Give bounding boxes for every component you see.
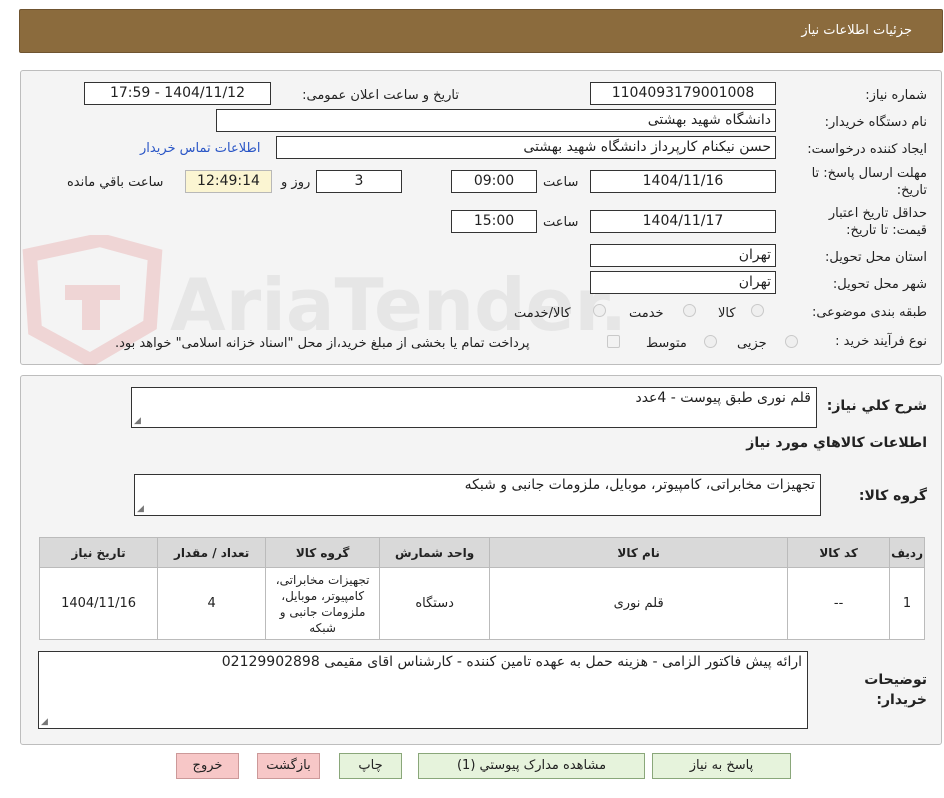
validity-time-field: 15:00 [451, 210, 537, 233]
validity-time-label: ساعت [543, 215, 579, 230]
items-table: رديف کد کالا نام کالا واحد شمارش گروه کا… [38, 537, 925, 640]
announce-date-field: 1404/11/12 - 17:59 [84, 82, 271, 105]
process-minor-radio[interactable] [785, 335, 798, 348]
resize-grip-icon[interactable]: ◢ [137, 504, 144, 514]
general-description-label: شرح کلي نياز: [826, 398, 927, 414]
col-row-number: رديف [889, 537, 925, 568]
buyer-notes-text: ارائه پیش فاکتور الزامی - هزینه حمل به ع… [221, 654, 802, 670]
col-goods-code: کد کالا [787, 537, 891, 568]
resize-grip-icon[interactable]: ◢ [41, 717, 48, 727]
category-goods-service-label: کالا/خدمت [514, 306, 571, 321]
city-field: تهران [590, 271, 776, 294]
deadline-time-field: 09:00 [451, 170, 537, 193]
reply-to-need-button[interactable]: پاسخ به نیاز [652, 753, 791, 779]
announce-date-label: تاریخ و ساعت اعلان عمومی: [302, 88, 459, 103]
deadline-label: مهلت ارسال پاسخ: تا تاریخ: [811, 166, 927, 198]
treasury-payment-note: پرداخت تمام یا بخشی از مبلغ خرید،از محل … [115, 336, 530, 351]
process-medium-label: متوسط [646, 336, 687, 351]
deadline-date-field: 1404/11/16 [590, 170, 776, 193]
goods-info-title: اطلاعات کالاهاي مورد نياز [746, 435, 927, 451]
buyer-notes-label: توضیحات خریدار: [864, 672, 927, 708]
table-header-row: رديف کد کالا نام کالا واحد شمارش گروه کا… [38, 537, 925, 568]
process-type-label: نوع فرآیند خرید : [835, 334, 927, 349]
validity-date-field: 1404/11/17 [590, 210, 776, 233]
category-service-label: خدمت [629, 306, 664, 321]
goods-group-text: تجهیزات مخابراتی، کامپیوتر، موبایل، ملزو… [464, 477, 815, 493]
need-number-label: شماره نیاز: [865, 88, 927, 103]
category-goods-label: کالا [718, 306, 736, 321]
buyer-org-label: نام دستگاه خریدار: [824, 115, 927, 130]
goods-group-field: تجهیزات مخابراتی، کامپیوتر، موبایل، ملزو… [134, 474, 821, 516]
category-goods-service-radio[interactable] [593, 304, 606, 317]
need-number-field: 1104093179001008 [590, 82, 776, 105]
cell-quantity: 4 [157, 567, 267, 640]
days-remaining-field: 3 [316, 170, 402, 193]
col-unit: واحد شمارش [379, 537, 491, 568]
table-row: 1 -- قلم نوری دستگاه تجهیزات مخابراتی، ک… [38, 567, 925, 640]
category-service-radio[interactable] [683, 304, 696, 317]
cell-need-date: 1404/11/16 [38, 567, 159, 640]
exit-button[interactable]: خروج [176, 753, 239, 779]
validity-label: حداقل تاریخ اعتبار قیمت: تا تاریخ: [828, 206, 927, 238]
view-attachments-button[interactable]: مشاهده مدارک پیوستي (1) [418, 753, 645, 779]
general-description-text: قلم نوری طبق پیوست - 4عدد [635, 390, 811, 406]
page-header: جزئیات اطلاعات نیاز [19, 9, 943, 53]
deadline-time-label: ساعت [543, 175, 579, 190]
cell-unit: دستگاه [379, 567, 491, 640]
process-minor-label: جزیی [737, 336, 767, 351]
buyer-org-field: دانشگاه شهید بهشتی [216, 109, 776, 132]
cell-row-number: 1 [889, 567, 925, 640]
cell-goods-name: قلم نوری [489, 567, 789, 640]
days-label: روز و [281, 175, 311, 190]
general-description-field: قلم نوری طبق پیوست - 4عدد ◢ [131, 387, 817, 428]
province-field: تهران [590, 244, 776, 267]
creator-field: حسن نیکنام کارپرداز دانشگاه شهید بهشتی [276, 136, 776, 159]
cell-goods-code: -- [787, 567, 891, 640]
col-need-date: تاریخ نیاز [38, 537, 159, 568]
city-label: شهر محل تحویل: [832, 277, 927, 292]
remaining-time-label: ساعت باقي مانده [67, 175, 164, 190]
resize-grip-icon[interactable]: ◢ [134, 416, 141, 426]
province-label: استان محل تحویل: [825, 250, 927, 265]
buyer-notes-field: ارائه پیش فاکتور الزامی - هزینه حمل به ع… [38, 651, 808, 729]
buyer-contact-link[interactable]: اطلاعات تماس خریدار [140, 141, 260, 156]
page-title: جزئیات اطلاعات نیاز [801, 23, 912, 38]
back-button[interactable]: بازگشت [257, 753, 320, 779]
print-button[interactable]: چاپ [339, 753, 402, 779]
process-medium-radio[interactable] [704, 335, 717, 348]
treasury-payment-checkbox[interactable] [607, 335, 620, 348]
remaining-time-field: 12:49:14 [185, 170, 272, 193]
creator-label: ایجاد کننده درخواست: [807, 142, 927, 157]
category-goods-radio[interactable] [751, 304, 764, 317]
cell-goods-group: تجهیزات مخابراتی، کامپیوتر، موبایل، ملزو… [265, 567, 381, 640]
col-goods-name: نام کالا [489, 537, 789, 568]
goods-group-label: گروه کالا: [858, 488, 927, 504]
category-label: طبقه بندی موضوعی: [811, 305, 927, 320]
col-goods-group: گروه کالا [265, 537, 381, 568]
col-quantity: تعداد / مقدار [157, 537, 267, 568]
